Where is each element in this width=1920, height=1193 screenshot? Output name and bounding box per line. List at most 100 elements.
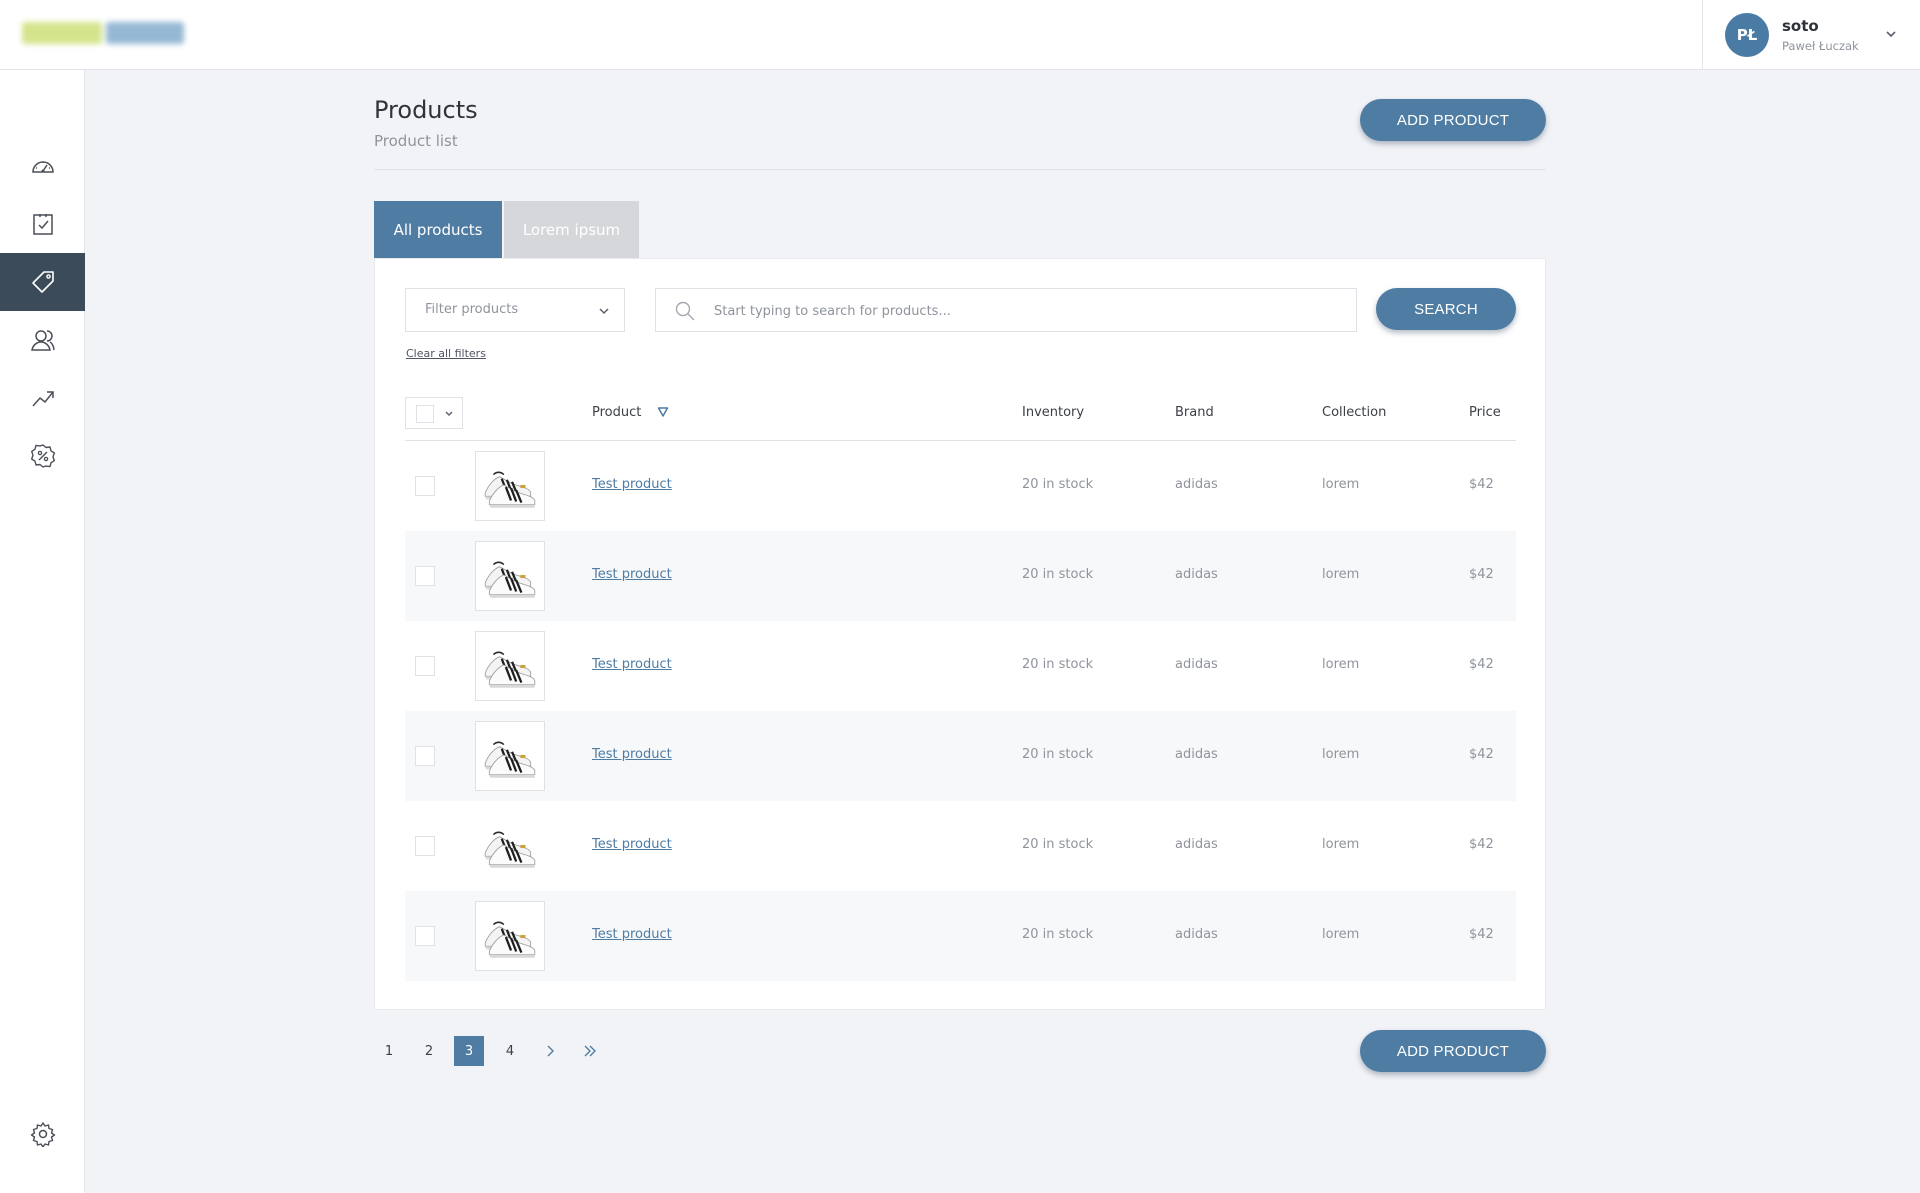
chevron-down-icon[interactable] bbox=[1883, 26, 1899, 42]
column-header-product[interactable]: Product bbox=[592, 405, 641, 420]
page-link-1[interactable]: 1 bbox=[374, 1036, 404, 1066]
sidebar-item-dashboard[interactable] bbox=[0, 137, 85, 195]
tab-lorem-ipsum[interactable]: Lorem ipsum bbox=[504, 201, 639, 258]
user-full-name: Paweł Łuczak bbox=[1782, 39, 1859, 53]
sort-desc-icon[interactable] bbox=[657, 406, 669, 418]
sneaker-image bbox=[484, 651, 536, 688]
row-checkbox[interactable] bbox=[415, 656, 435, 676]
user-menu[interactable]: PŁ soto Paweł Łuczak bbox=[1702, 0, 1920, 70]
logo-part-right bbox=[106, 22, 184, 44]
row-checkbox[interactable] bbox=[415, 746, 435, 766]
last-page-button[interactable] bbox=[575, 1036, 605, 1066]
page-subtitle: Product list bbox=[374, 132, 458, 150]
inventory-cell: 20 in stock bbox=[1022, 477, 1094, 492]
sidebar bbox=[0, 70, 85, 1193]
page-link-4[interactable]: 4 bbox=[495, 1036, 525, 1066]
inventory-cell: 20 in stock bbox=[1022, 657, 1094, 672]
filter-products-select[interactable]: Filter products bbox=[405, 288, 625, 332]
sneaker-image bbox=[484, 831, 536, 868]
product-name-link[interactable]: Test product bbox=[592, 477, 672, 492]
row-checkbox[interactable] bbox=[415, 836, 435, 856]
price-cell: $42 bbox=[1469, 927, 1494, 942]
tasks-icon bbox=[32, 214, 53, 235]
price-cell: $42 bbox=[1469, 567, 1494, 582]
brand-cell: adidas bbox=[1175, 837, 1218, 852]
inventory-cell: 20 in stock bbox=[1022, 747, 1094, 762]
product-name-link[interactable]: Test product bbox=[592, 567, 672, 582]
product-name-link[interactable]: Test product bbox=[592, 657, 672, 672]
row-checkbox[interactable] bbox=[415, 476, 435, 496]
search-input[interactable] bbox=[714, 299, 1334, 323]
sidebar-item-customers[interactable] bbox=[0, 311, 85, 369]
dashboard-icon bbox=[31, 161, 54, 173]
header-divider bbox=[374, 169, 1546, 170]
sneaker-image bbox=[484, 741, 536, 778]
table-row: Test product 20 in stock adidas lorem $42 bbox=[405, 621, 1516, 711]
add-product-button-bottom[interactable]: ADD PRODUCT bbox=[1360, 1030, 1546, 1072]
brand-cell: adidas bbox=[1175, 477, 1218, 492]
price-cell: $42 bbox=[1469, 657, 1494, 672]
inventory-cell: 20 in stock bbox=[1022, 567, 1094, 582]
brand-cell: adidas bbox=[1175, 747, 1218, 762]
product-thumbnail[interactable] bbox=[475, 451, 545, 521]
page-link-3[interactable]: 3 bbox=[454, 1036, 484, 1066]
tag-icon bbox=[31, 271, 54, 293]
sneaker-image bbox=[484, 921, 536, 958]
customers-icon bbox=[30, 330, 55, 351]
search-button[interactable]: SEARCH bbox=[1376, 288, 1516, 330]
column-header-inventory[interactable]: Inventory bbox=[1022, 405, 1084, 420]
clear-all-filters-link[interactable]: Clear all filters bbox=[406, 347, 486, 360]
product-thumbnail[interactable] bbox=[475, 901, 545, 971]
bulk-select-dropdown[interactable] bbox=[405, 397, 463, 429]
collection-cell: lorem bbox=[1322, 747, 1360, 762]
table-row: Test product 20 in stock adidas lorem $42 bbox=[405, 441, 1516, 531]
logo[interactable] bbox=[22, 20, 186, 48]
collection-cell: lorem bbox=[1322, 657, 1360, 672]
tab-all-products[interactable]: All products bbox=[374, 201, 502, 258]
add-product-button[interactable]: ADD PRODUCT bbox=[1360, 99, 1546, 141]
logo-part-left bbox=[22, 22, 102, 44]
brand-cell: adidas bbox=[1175, 567, 1218, 582]
collection-cell: lorem bbox=[1322, 837, 1360, 852]
filter-select-label: Filter products bbox=[425, 302, 519, 317]
column-header-brand[interactable]: Brand bbox=[1175, 405, 1214, 420]
collection-cell: lorem bbox=[1322, 927, 1360, 942]
sidebar-item-orders[interactable] bbox=[0, 195, 85, 253]
table-row: Test product 20 in stock adidas lorem $42 bbox=[405, 891, 1516, 981]
product-name-link[interactable]: Test product bbox=[592, 747, 672, 762]
column-header-price[interactable]: Price bbox=[1469, 405, 1501, 420]
product-thumbnail[interactable] bbox=[475, 631, 545, 701]
sneaker-image bbox=[484, 561, 536, 598]
avatar: PŁ bbox=[1725, 13, 1769, 57]
row-checkbox[interactable] bbox=[415, 926, 435, 946]
product-name-link[interactable]: Test product bbox=[592, 837, 672, 852]
sidebar-item-settings[interactable] bbox=[0, 1105, 85, 1163]
next-page-button[interactable] bbox=[535, 1036, 565, 1066]
column-header-collection[interactable]: Collection bbox=[1322, 405, 1386, 420]
product-thumbnail[interactable] bbox=[475, 541, 545, 611]
price-cell: $42 bbox=[1469, 837, 1494, 852]
chevron-down-icon bbox=[599, 308, 609, 315]
brand-cell: adidas bbox=[1175, 927, 1218, 942]
products-panel: Filter products SEARCH Clear all filters… bbox=[374, 258, 1546, 1010]
sneaker-image bbox=[484, 471, 536, 508]
search-box[interactable] bbox=[655, 288, 1357, 332]
brand-cell: adidas bbox=[1175, 657, 1218, 672]
username: soto bbox=[1782, 17, 1819, 35]
select-all-checkbox[interactable] bbox=[416, 405, 434, 423]
table-header: Product Inventory Brand Collection Price bbox=[405, 397, 1516, 441]
sidebar-item-analytics[interactable] bbox=[0, 369, 85, 427]
page-link-2[interactable]: 2 bbox=[414, 1036, 444, 1066]
row-checkbox[interactable] bbox=[415, 566, 435, 586]
price-cell: $42 bbox=[1469, 477, 1494, 492]
page-title: Products bbox=[374, 96, 478, 124]
product-thumbnail[interactable] bbox=[475, 811, 545, 881]
product-thumbnail[interactable] bbox=[475, 721, 545, 791]
product-name-link[interactable]: Test product bbox=[592, 927, 672, 942]
search-icon bbox=[675, 301, 695, 321]
sidebar-item-products[interactable] bbox=[0, 253, 85, 311]
sidebar-item-discounts[interactable] bbox=[0, 427, 85, 485]
table-row: Test product 20 in stock adidas lorem $42 bbox=[405, 801, 1516, 891]
double-chevron-right-icon bbox=[584, 1045, 596, 1057]
inventory-cell: 20 in stock bbox=[1022, 837, 1094, 852]
